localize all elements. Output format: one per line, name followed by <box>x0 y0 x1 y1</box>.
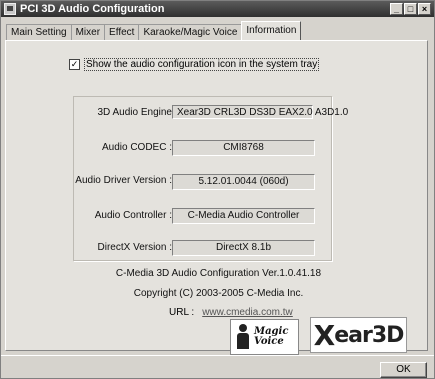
window-title: PCI 3D Audio Configuration <box>20 3 165 15</box>
magic-voice-logo-text: Magic Voice <box>254 326 289 347</box>
tab-effect[interactable]: Effect <box>104 24 140 40</box>
tab-karaoke-magic-voice[interactable]: Karaoke/Magic Voice <box>138 24 243 40</box>
version-text: C-Media 3D Audio Configuration Ver.1.0.4… <box>115 268 322 279</box>
divider <box>1 355 434 356</box>
audio-codec-value: CMI8768 <box>172 140 315 156</box>
driver-version-value: 5.12.01.0044 (060d) <box>172 174 315 190</box>
audio-engine-value: Xear3D CRL3D DS3D EAX2.0 A3D1.0 <box>172 105 348 119</box>
xear3d-logo: Xear3D <box>310 317 407 353</box>
show-tray-icon-checkbox[interactable]: ✓ <box>69 59 80 70</box>
maximize-button[interactable]: □ <box>404 3 417 15</box>
tab-strip: Main Setting Mixer Effect Karaoke/Magic … <box>6 21 302 40</box>
directx-version-value: DirectX 8.1b <box>172 240 315 256</box>
ok-button[interactable]: OK <box>380 362 427 378</box>
url-row: URL : www.cmedia.com.tw <box>169 307 293 318</box>
directx-version-label: DirectX Version : <box>97 242 172 253</box>
singer-icon <box>235 322 251 352</box>
dialog-window: PCI 3D Audio Configuration _ □ × Main Se… <box>0 0 435 379</box>
app-icon <box>4 3 16 15</box>
tab-mixer[interactable]: Mixer <box>70 24 106 40</box>
tab-information[interactable]: Information <box>241 21 302 40</box>
audio-codec-label: Audio CODEC : <box>101 142 172 153</box>
audio-engine-label: 3D Audio Engine <box>97 107 172 118</box>
close-button[interactable]: × <box>418 3 431 15</box>
audio-controller-label: Audio Controller : <box>94 210 172 221</box>
driver-version-label: Audio Driver Version : <box>75 175 172 186</box>
tab-main-setting[interactable]: Main Setting <box>6 24 72 40</box>
show-tray-icon-label: Show the audio configuration icon in the… <box>84 58 320 71</box>
title-bar[interactable]: PCI 3D Audio Configuration _ □ × <box>1 1 434 17</box>
copyright-text: Copyright (C) 2003-2005 C-Media Inc. <box>133 288 304 299</box>
show-tray-icon-option[interactable]: ✓ Show the audio configuration icon in t… <box>69 58 320 71</box>
minimize-button[interactable]: _ <box>390 3 403 15</box>
audio-controller-value: C-Media Audio Controller <box>172 208 315 224</box>
url-label: URL : <box>169 307 195 318</box>
cmedia-website-link[interactable]: www.cmedia.com.tw <box>202 307 293 318</box>
magic-voice-logo: Magic Voice <box>230 319 299 355</box>
